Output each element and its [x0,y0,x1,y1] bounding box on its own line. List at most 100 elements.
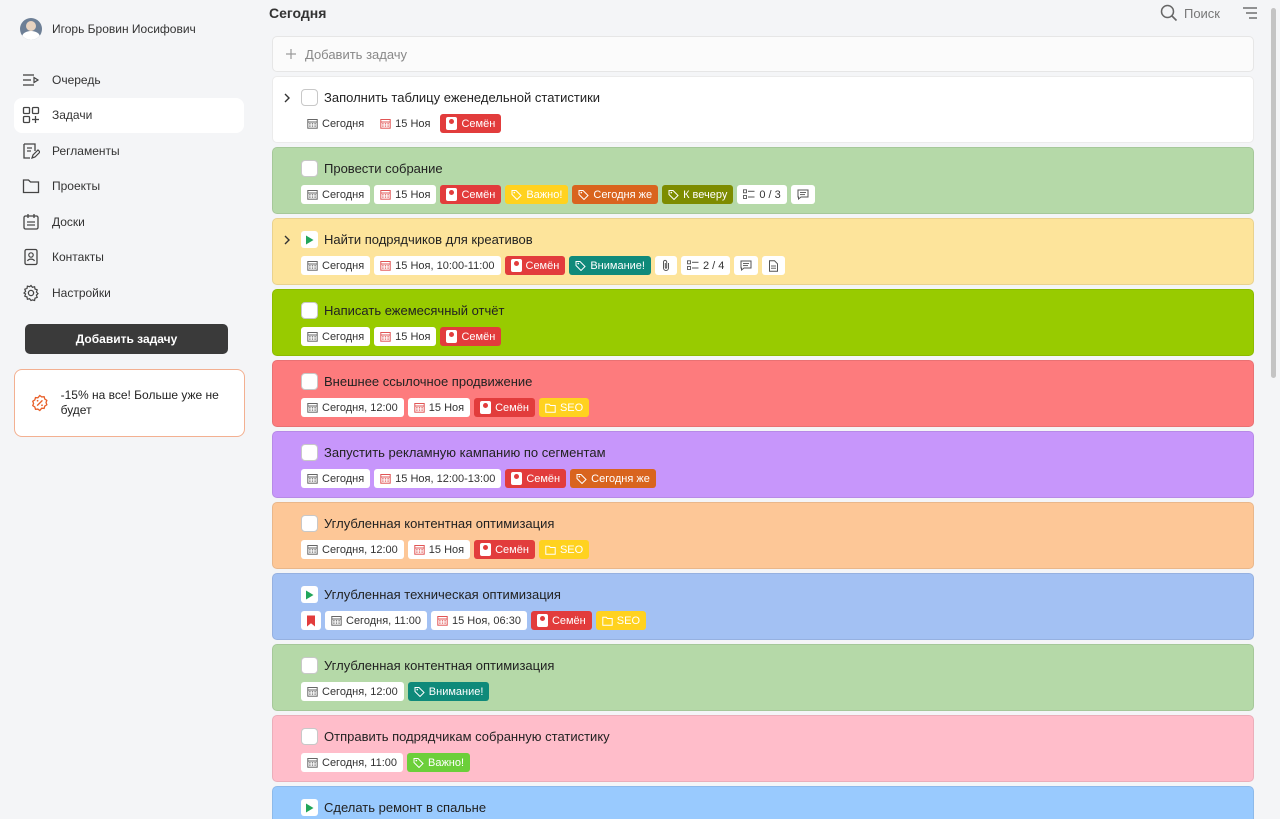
assignee-tag[interactable]: Семён [440,185,502,204]
start-task-button[interactable] [301,586,318,603]
description-tag[interactable] [762,256,786,275]
add-task-input[interactable]: Добавить задачу [272,36,1254,72]
start-date-tag[interactable]: Сегодня, 12:00 [301,398,404,417]
task-card[interactable]: Провести собрание Сегодня 15 Ноя Семён Важно… [272,147,1254,214]
sidebar-item-tasks[interactable]: Задачи [14,97,244,133]
task-card[interactable]: Внешнее ссылочное продвижение Сегодня, 12… [272,360,1254,427]
chevron-right-icon[interactable] [281,91,293,105]
sidebar-item-board[interactable]: Доски [14,204,244,240]
deadline-tag[interactable]: 15 Ноя [374,114,437,133]
start-date-tag[interactable]: Сегодня [301,114,371,133]
assignee-tag[interactable]: Семён [440,114,502,133]
scrollbar[interactable] [1266,0,1280,819]
assignee-tag[interactable]: Семён [530,611,592,630]
task-title[interactable]: Сделать ремонт в спальне [324,800,486,815]
assignee-tag[interactable]: Семён [474,398,535,417]
label-tag[interactable]: Внимание! [569,256,651,275]
label-tag[interactable]: Важно! [406,753,471,772]
scrollbar-thumb[interactable] [1271,8,1276,378]
assignee-tag[interactable]: Семён [474,540,535,559]
task-card[interactable]: Найти подрядчиков для креативов Сегодня 15… [272,218,1254,285]
task-title[interactable]: Отправить подрядчикам собранную статисти… [324,729,610,744]
comments-tag[interactable] [790,185,815,204]
assignee-tag[interactable]: Семён [505,469,567,488]
tag-text: Сегодня, 12:00 [322,685,398,698]
deadline-tag[interactable]: 15 Ноя [407,398,471,417]
promo-banner[interactable]: -15% на все! Больше уже не будет [14,369,245,437]
start-task-button[interactable] [301,231,318,248]
task-title[interactable]: Углубленная техническая оптимизация [324,587,561,602]
start-date-tag[interactable]: Сегодня [301,256,371,275]
deadline-tag[interactable]: 15 Ноя, 06:30 [430,611,527,630]
assignee-tag[interactable]: Семён [440,327,502,346]
comments-tag[interactable] [734,256,759,275]
task-title[interactable]: Углубленная контентная оптимизация [324,516,554,531]
assignee-tag[interactable]: Семён [504,256,566,275]
task-checkbox[interactable] [301,89,318,106]
tag-text: 15 Ноя, 10:00-11:00 [395,259,495,272]
deadline-tag[interactable]: 15 Ноя, 10:00-11:00 [374,256,501,275]
start-date-tag[interactable]: Сегодня, 12:00 [301,540,404,559]
label-tag[interactable]: Важно! [505,185,569,204]
task-checkbox[interactable] [301,444,318,461]
task-title[interactable]: Внешнее ссылочное продвижение [324,374,532,389]
task-card[interactable]: Заполнить таблицу еженедельной статистик… [272,76,1254,143]
start-date-tag[interactable]: Сегодня [301,327,371,346]
deadline-tag[interactable]: 15 Ноя [374,185,437,204]
start-date-tag[interactable]: Сегодня, 12:00 [301,682,404,701]
project-tag[interactable]: SEO [538,398,590,417]
task-card[interactable]: Написать ежемесячный отчёт Сегодня 15 Ноя С… [272,289,1254,356]
sidebar-item-regulations[interactable]: Регламенты [14,133,244,169]
task-checkbox[interactable] [301,373,318,390]
task-title[interactable]: Провести собрание [324,161,443,176]
project-tag[interactable]: SEO [595,611,646,630]
start-task-button[interactable] [301,799,318,816]
priority-flag[interactable] [301,611,321,630]
sidebar-item-gear[interactable]: Настройки [14,275,244,311]
label-tag[interactable]: Сегодня же [572,185,659,204]
checklist-tag[interactable]: 0 / 3 [737,185,787,204]
label-tag[interactable]: К вечеру [662,185,734,204]
task-card[interactable]: Сделать ремонт в спальне [272,786,1254,819]
task-checkbox[interactable] [301,728,318,745]
task-title[interactable]: Написать ежемесячный отчёт [324,303,504,318]
menu-icon[interactable] [1242,6,1258,20]
sidebar-item-folder[interactable]: Проекты [14,169,244,205]
start-date-tag[interactable]: Сегодня [301,469,371,488]
start-date-tag[interactable]: Сегодня [301,185,371,204]
checklist-tag[interactable]: 2 / 4 [680,256,731,275]
task-checkbox[interactable] [301,160,318,177]
task-checkbox[interactable] [301,657,318,674]
user-profile[interactable]: Игорь Бровин Иосифович [20,18,196,40]
start-date-tag[interactable]: Сегодня, 11:00 [301,753,403,772]
chevron-right-icon[interactable] [281,233,293,247]
label-tag[interactable]: Внимание! [407,682,490,701]
deadline-tag[interactable]: 15 Ноя [374,327,437,346]
task-card[interactable]: Запустить рекламную кампанию по сегмента… [272,431,1254,498]
task-card[interactable]: Отправить подрядчикам собранную статисти… [272,715,1254,782]
avatar[interactable] [20,18,42,40]
deadline-tag[interactable]: 15 Ноя, 12:00-13:00 [374,469,502,488]
task-title[interactable]: Углубленная контентная оптимизация [324,658,554,673]
sidebar-item-contacts[interactable]: Контакты [14,240,244,276]
label-tag[interactable]: Сегодня же [570,469,656,488]
person-icon [511,472,523,485]
gear-icon [22,284,40,302]
task-card[interactable]: Углубленная техническая оптимизация Сегод… [272,573,1254,640]
project-tag[interactable]: SEO [538,540,590,559]
task-title[interactable]: Запустить рекламную кампанию по сегмента… [324,445,606,460]
task-title[interactable]: Заполнить таблицу еженедельной статистик… [324,90,600,105]
sidebar: Игорь Бровин Иосифович Очередь Задачи Регл… [0,0,258,819]
task-card[interactable]: Углубленная контентная оптимизация Сегодн… [272,502,1254,569]
sidebar-item-queue[interactable]: Очередь [14,62,244,98]
task-card[interactable]: Углубленная контентная оптимизация Сегодн… [272,644,1254,711]
task-checkbox[interactable] [301,515,318,532]
sidebar-item-label: Очередь [52,72,101,87]
deadline-tag[interactable]: 15 Ноя [407,540,471,559]
start-date-tag[interactable]: Сегодня, 11:00 [325,611,427,630]
attachments-tag[interactable] [654,256,677,275]
task-checkbox[interactable] [301,302,318,319]
task-title[interactable]: Найти подрядчиков для креативов [324,232,533,247]
sidebar-add-task-button[interactable]: Добавить задачу [25,324,228,354]
search-button[interactable]: Поиск [1160,4,1220,22]
